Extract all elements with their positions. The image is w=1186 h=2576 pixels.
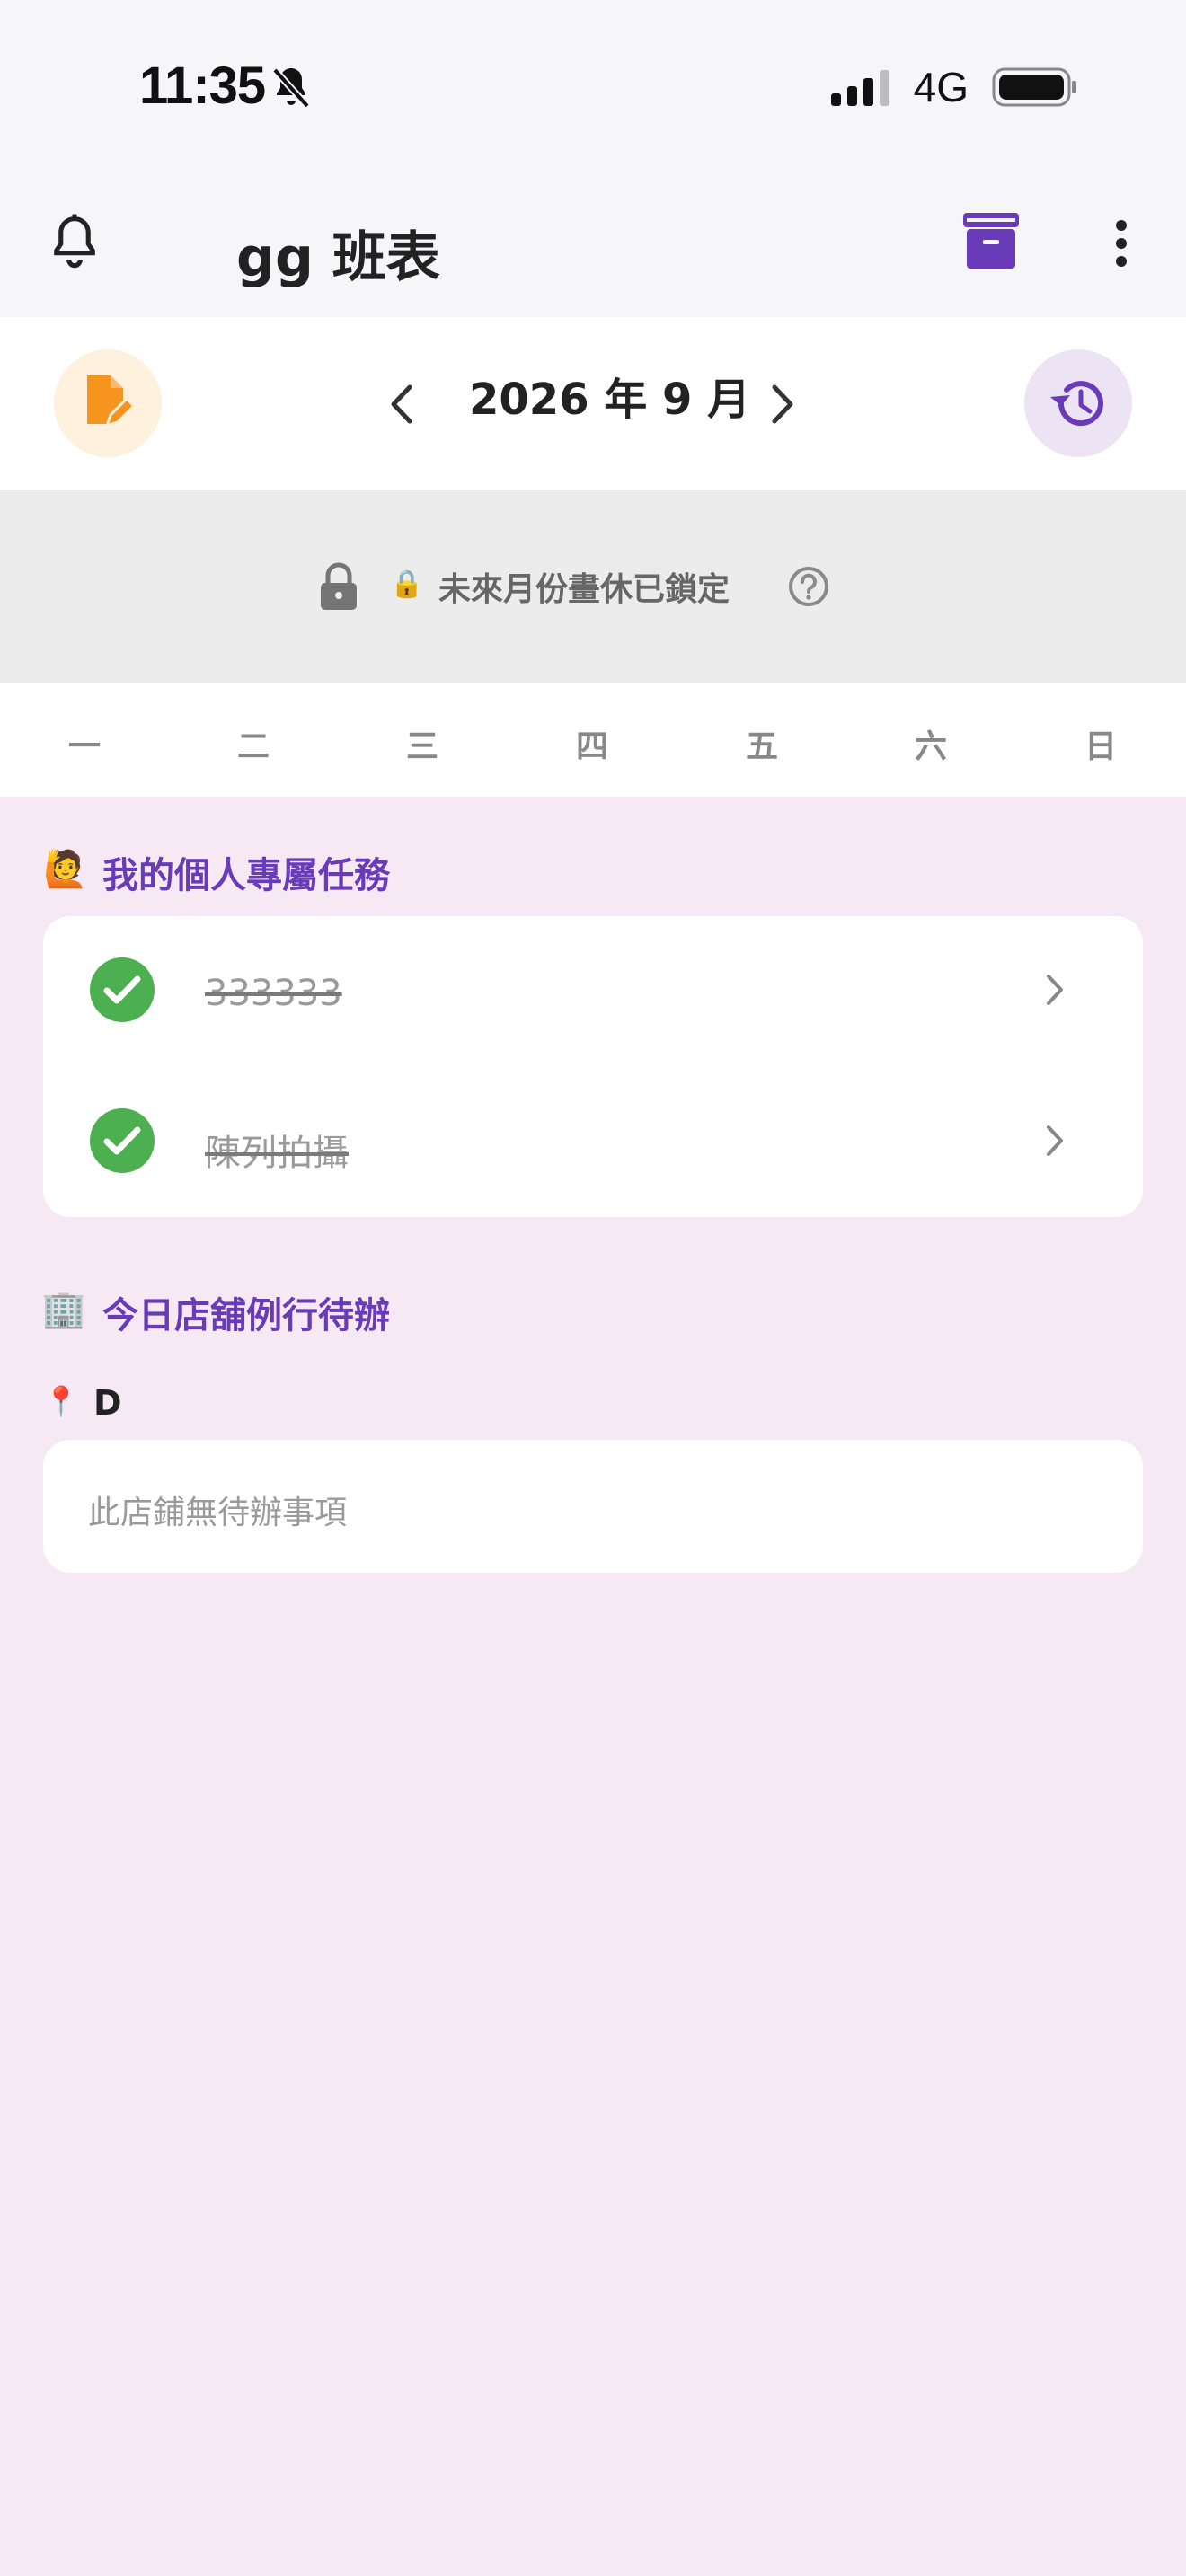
lock-banner: 🔒 未來月份畫休已鎖定 <box>0 490 1186 683</box>
weekday-label: 三 <box>405 728 438 765</box>
edit-document-icon <box>87 375 136 428</box>
task-label: 陳列拍攝 <box>205 1133 349 1174</box>
task-row[interactable]: 陳列拍攝 <box>43 1074 1143 1218</box>
personal-tasks-emoji: 🙋 <box>43 849 88 890</box>
more-vertical-icon[interactable] <box>1111 218 1132 272</box>
weekday-header: 一 二 三 四 五 六 日 <box>0 683 1186 797</box>
pin-emoji: 📍 <box>43 1384 79 1418</box>
chevron-left-icon <box>391 384 412 424</box>
chevron-right-icon <box>1044 972 1066 1011</box>
history-button[interactable] <box>1024 349 1132 457</box>
task-label: 333333 <box>205 973 342 1014</box>
weekday-label: 二 <box>236 728 270 765</box>
status-time: 11:35 <box>139 57 266 115</box>
month-title: 2026 年 9 月 <box>469 375 751 425</box>
next-month-button[interactable] <box>769 384 796 428</box>
lock-emoji: 🔒 <box>390 569 424 600</box>
bell-icon[interactable] <box>47 212 102 275</box>
task-row[interactable]: 333333 <box>43 923 1143 1067</box>
app-title: gg 班表 <box>236 226 440 289</box>
personal-tasks-title: 我的個人專屬任務 <box>102 855 390 896</box>
help-circle-icon <box>789 567 828 606</box>
edit-request-button[interactable] <box>54 349 162 457</box>
prev-month-button[interactable] <box>388 384 415 428</box>
status-indicators: 4G <box>830 63 1078 111</box>
signal-icon <box>830 70 890 106</box>
store-todos-emoji: 🏢 <box>41 1289 86 1330</box>
weekday-label: 一 <box>67 728 101 765</box>
network-label: 4G <box>913 64 969 110</box>
store-name: D <box>93 1383 122 1423</box>
weekday-label: 五 <box>745 728 778 765</box>
bell-slash-icon <box>270 65 313 115</box>
personal-tasks-card: 333333 陳列拍攝 <box>43 916 1143 1217</box>
history-icon <box>1050 381 1103 427</box>
check-circle-icon <box>90 957 155 1026</box>
lock-banner-text: 未來月份畫休已鎖定 <box>438 571 730 608</box>
store-todos-title: 今日店舖例行待辦 <box>102 1295 390 1337</box>
weekday-label: 日 <box>1084 728 1117 765</box>
battery-icon <box>992 67 1076 107</box>
store-todos-card: 此店鋪無待辦事項 <box>43 1440 1143 1573</box>
archive-box-icon[interactable] <box>961 209 1021 276</box>
weekday-label: 四 <box>575 728 608 765</box>
check-circle-icon <box>90 1108 155 1177</box>
empty-state-text: 此店鋪無待辦事項 <box>88 1495 348 1531</box>
weekday-label: 六 <box>914 728 947 765</box>
chevron-right-icon <box>772 384 793 424</box>
lock-icon <box>318 561 359 615</box>
help-button[interactable] <box>787 565 830 612</box>
month-navigation: 2026 年 9 月 <box>0 317 1186 490</box>
chevron-right-icon <box>1044 1123 1066 1162</box>
